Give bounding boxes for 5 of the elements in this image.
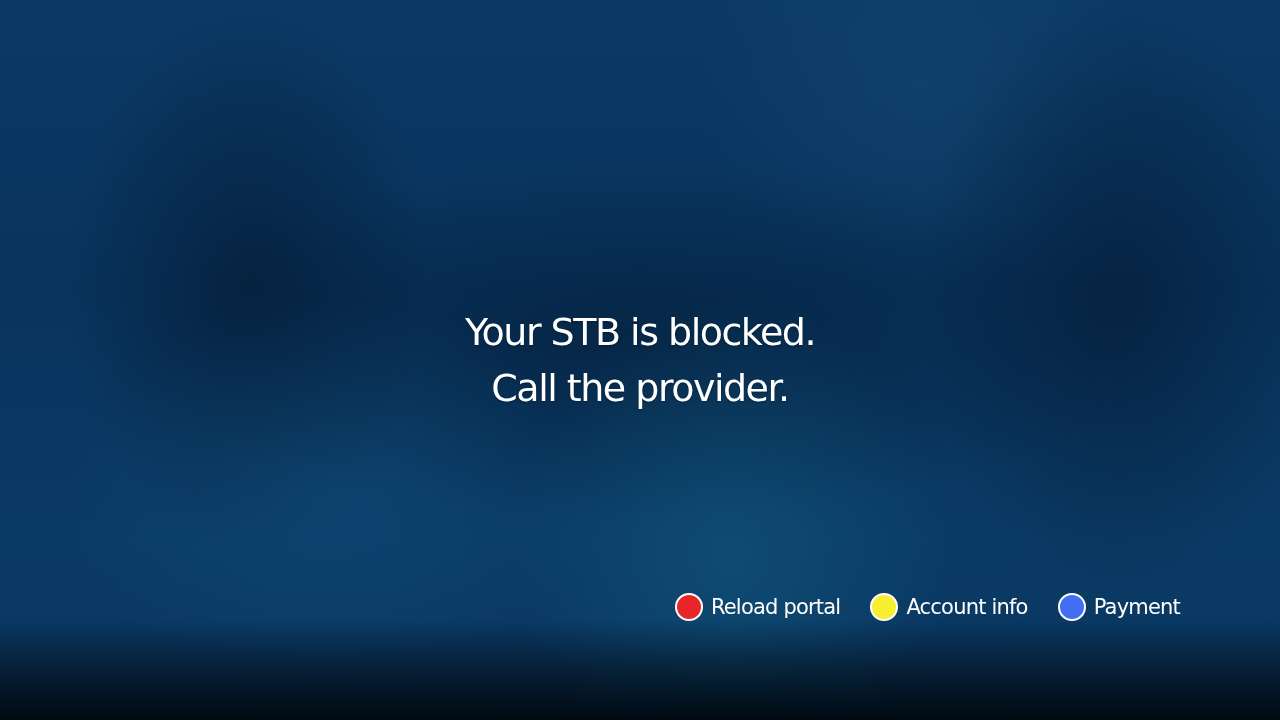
blocked-message: Your STB is blocked. — [464, 309, 816, 356]
key-hint-button[interactable]: Reload portal — [674, 593, 841, 621]
key-hint-button[interactable]: Account info — [870, 593, 1028, 621]
key-hint-button[interactable]: Payment — [1057, 593, 1180, 621]
blocked-message: Call the provider. — [491, 365, 789, 412]
